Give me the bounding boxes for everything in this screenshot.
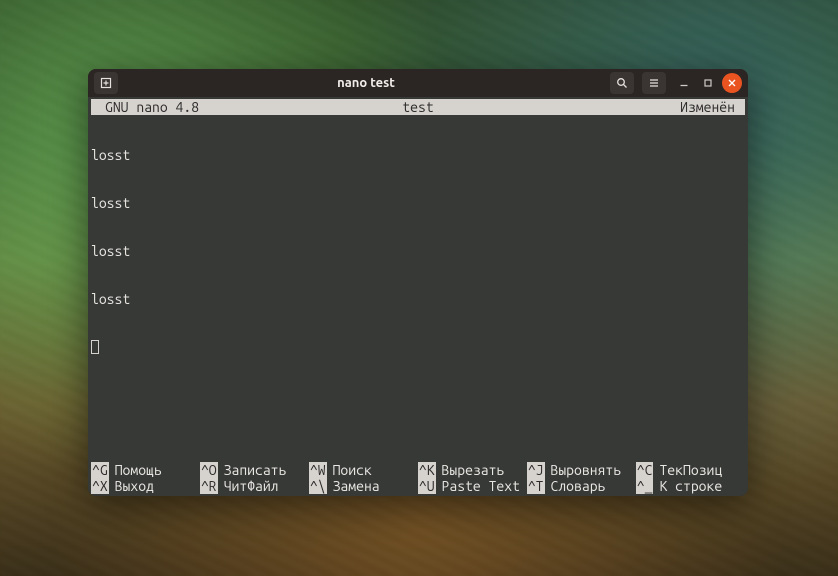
menu-button[interactable] (642, 72, 666, 94)
maximize-button[interactable] (698, 73, 718, 93)
shortcut-label: Вырезать (436, 462, 505, 478)
shortcut-key: ^\ (309, 478, 327, 494)
shortcut-label: Paste Text (436, 478, 520, 494)
terminal-window: nano test GNU nano 4.8 test Изменён (88, 69, 748, 496)
editor-line: losst (91, 195, 745, 211)
editor-line: losst (91, 243, 745, 259)
nano-shortcut-bar: ^GПомощь^OЗаписать^WПоиск^KВырезать^JВыр… (91, 462, 745, 494)
shortcut-cell: ^UPaste Text (418, 478, 527, 494)
shortcut-cell: ^_К строке (636, 478, 745, 494)
shortcut-key: ^R (200, 478, 218, 494)
shortcut-label: Выход (109, 478, 154, 494)
nano-filename: test (307, 99, 529, 115)
shortcut-cell: ^KВырезать (418, 462, 527, 478)
shortcut-label: ЧитФайл (218, 478, 279, 494)
shortcut-cell: ^WПоиск (309, 462, 418, 478)
minimize-button[interactable] (674, 73, 694, 93)
shortcut-key: ^G (91, 462, 109, 478)
terminal-viewport[interactable]: GNU nano 4.8 test Изменён losst losst lo… (88, 97, 748, 496)
nano-modified-status: Изменён (529, 99, 745, 115)
shortcut-cell: ^CТекПозиц (636, 462, 745, 478)
editor-line: losst (91, 291, 745, 307)
shortcut-cell: ^XВыход (91, 478, 200, 494)
shortcut-cell: ^GПомощь (91, 462, 200, 478)
shortcut-key: ^_ (636, 478, 654, 494)
window-titlebar: nano test (88, 69, 748, 97)
shortcut-key: ^T (527, 478, 545, 494)
shortcut-label: Выровнять (545, 462, 622, 478)
editor-line: losst (91, 147, 745, 163)
search-button[interactable] (610, 72, 634, 94)
shortcut-cell: ^JВыровнять (527, 462, 636, 478)
shortcut-key: ^W (309, 462, 327, 478)
nano-header-bar: GNU nano 4.8 test Изменён (91, 99, 745, 115)
shortcut-cell: ^OЗаписать (200, 462, 309, 478)
nano-editor-area[interactable]: losst losst losst losst (91, 115, 745, 462)
text-cursor (91, 340, 99, 354)
shortcut-key: ^U (418, 478, 436, 494)
shortcut-label: Поиск (327, 462, 372, 478)
close-button[interactable] (722, 73, 742, 93)
shortcut-cell: ^\Замена (309, 478, 418, 494)
shortcut-key: ^J (527, 462, 545, 478)
editor-cursor-line (91, 339, 745, 355)
shortcut-label: ТекПозиц (653, 462, 722, 478)
shortcut-cell: ^TСловарь (527, 478, 636, 494)
shortcut-label: Помощь (109, 462, 162, 478)
shortcut-key: ^K (418, 462, 436, 478)
nano-version: GNU nano 4.8 (91, 99, 307, 115)
shortcut-key: ^C (636, 462, 654, 478)
shortcut-label: Словарь (545, 478, 606, 494)
shortcut-cell: ^RЧитФайл (200, 478, 309, 494)
window-title: nano test (122, 76, 610, 90)
shortcut-label: Записать (218, 462, 287, 478)
shortcut-key: ^X (91, 478, 109, 494)
new-tab-button[interactable] (94, 72, 118, 94)
shortcut-label: К строке (653, 478, 722, 494)
shortcut-key: ^O (200, 462, 218, 478)
shortcut-label: Замена (327, 478, 380, 494)
